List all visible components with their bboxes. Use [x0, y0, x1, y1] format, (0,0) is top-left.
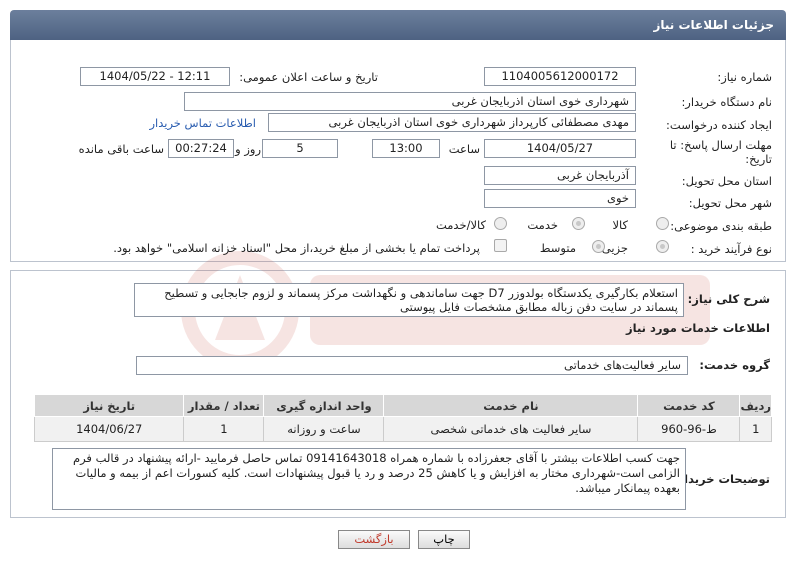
- need-number-label: شماره نیاز:: [717, 70, 772, 84]
- deadline-label: مهلت ارسال پاسخ: تا تاریخ:: [669, 138, 772, 166]
- creator-label: ایجاد کننده درخواست:: [666, 118, 772, 132]
- col-name: نام خدمت: [383, 394, 639, 417]
- deadline-date-field: 1404/05/27: [484, 139, 636, 158]
- remaining-time-field: 00:27:24: [168, 139, 234, 158]
- category-option-goods-service: کالا/خدمت: [435, 218, 486, 232]
- need-number-field: 1104005612000172: [484, 67, 636, 86]
- services-section-title: اطلاعات خدمات مورد نیاز: [626, 321, 770, 335]
- services-table: ردیف کد خدمت نام خدمت واحد اندازه گیری ت…: [33, 394, 772, 442]
- category-option-service: خدمت: [527, 218, 558, 232]
- treasury-checkbox[interactable]: [494, 239, 507, 252]
- announce-label: تاریخ و ساعت اعلان عمومی:: [239, 70, 378, 84]
- city-field: خوی: [484, 189, 636, 208]
- buyer-notes-label: توضیحات خریدار:: [672, 472, 770, 486]
- page-header: جزئیات اطلاعات نیاز: [10, 10, 786, 40]
- process-option-minor: جزیی: [601, 241, 628, 255]
- days-field: 5: [262, 139, 338, 158]
- back-button[interactable]: بازگشت: [338, 530, 410, 549]
- process-label: نوع فرآیند خرید :: [690, 242, 772, 256]
- process-radio-minor[interactable]: [656, 240, 669, 253]
- summary-label: شرح کلی نیاز:: [687, 292, 770, 306]
- print-button[interactable]: چاپ: [418, 530, 470, 549]
- creator-field: مهدی مصطفائی کارپرداز شهرداری خوی استان …: [268, 113, 636, 132]
- province-field: آذربایجان غربی: [484, 166, 636, 185]
- cell-qty: 1: [183, 416, 265, 442]
- deadline-time-label: ساعت: [448, 142, 480, 156]
- payment-note: پرداخت تمام یا بخشی از مبلغ خرید،از محل …: [113, 241, 480, 255]
- days-label: روز و: [235, 142, 261, 156]
- buyer-notes-textarea: جهت کسب اطلاعات بیشتر با آقای جعفرزاده ب…: [52, 448, 686, 510]
- buyer-contact-link[interactable]: اطلاعات تماس خریدار: [149, 116, 256, 130]
- buyer-label: نام دستگاه خریدار:: [681, 95, 772, 109]
- cell-unit: ساعت و روزانه: [263, 416, 385, 442]
- buyer-field: شهرداری خوی استان اذربایجان غربی: [184, 92, 636, 111]
- summary-textarea: استعلام بکارگیری یکدستگاه بولدوزر D7 جهت…: [134, 283, 684, 317]
- process-radio-medium[interactable]: [592, 240, 605, 253]
- table-header-row: ردیف کد خدمت نام خدمت واحد اندازه گیری ت…: [33, 394, 772, 417]
- col-qty: تعداد / مقدار: [183, 394, 265, 417]
- cell-row: 1: [739, 416, 772, 442]
- cell-code: ط-96-960: [637, 416, 741, 442]
- remaining-label: ساعت باقی مانده: [78, 142, 164, 156]
- category-radio-goods-service[interactable]: [494, 217, 507, 230]
- col-row: ردیف: [739, 394, 772, 417]
- category-radio-goods[interactable]: [656, 217, 669, 230]
- category-label: طبقه بندی موضوعی:: [670, 219, 772, 233]
- cell-date: 1404/06/27: [33, 416, 185, 442]
- col-code: کد خدمت: [637, 394, 741, 417]
- announce-field: 1404/05/22 - 12:11: [80, 67, 230, 86]
- table-row: 1 ط-96-960 سایر فعالیت های خدماتی شخصی س…: [33, 416, 772, 442]
- cell-name: سایر فعالیت های خدماتی شخصی: [383, 416, 639, 442]
- process-option-medium: متوسط: [539, 241, 576, 255]
- col-date: تاریخ نیاز: [33, 394, 185, 417]
- service-group-label: گروه خدمت:: [699, 358, 770, 372]
- page-title: جزئیات اطلاعات نیاز: [653, 18, 774, 32]
- province-label: استان محل تحویل:: [681, 174, 772, 188]
- col-unit: واحد اندازه گیری: [263, 394, 385, 417]
- service-group-field: سایر فعالیت‌های خدماتی: [136, 356, 688, 375]
- city-label: شهر محل تحویل:: [688, 196, 772, 210]
- category-radio-service[interactable]: [572, 217, 585, 230]
- deadline-time-field: 13:00: [372, 139, 440, 158]
- category-option-goods: کالا: [612, 218, 628, 232]
